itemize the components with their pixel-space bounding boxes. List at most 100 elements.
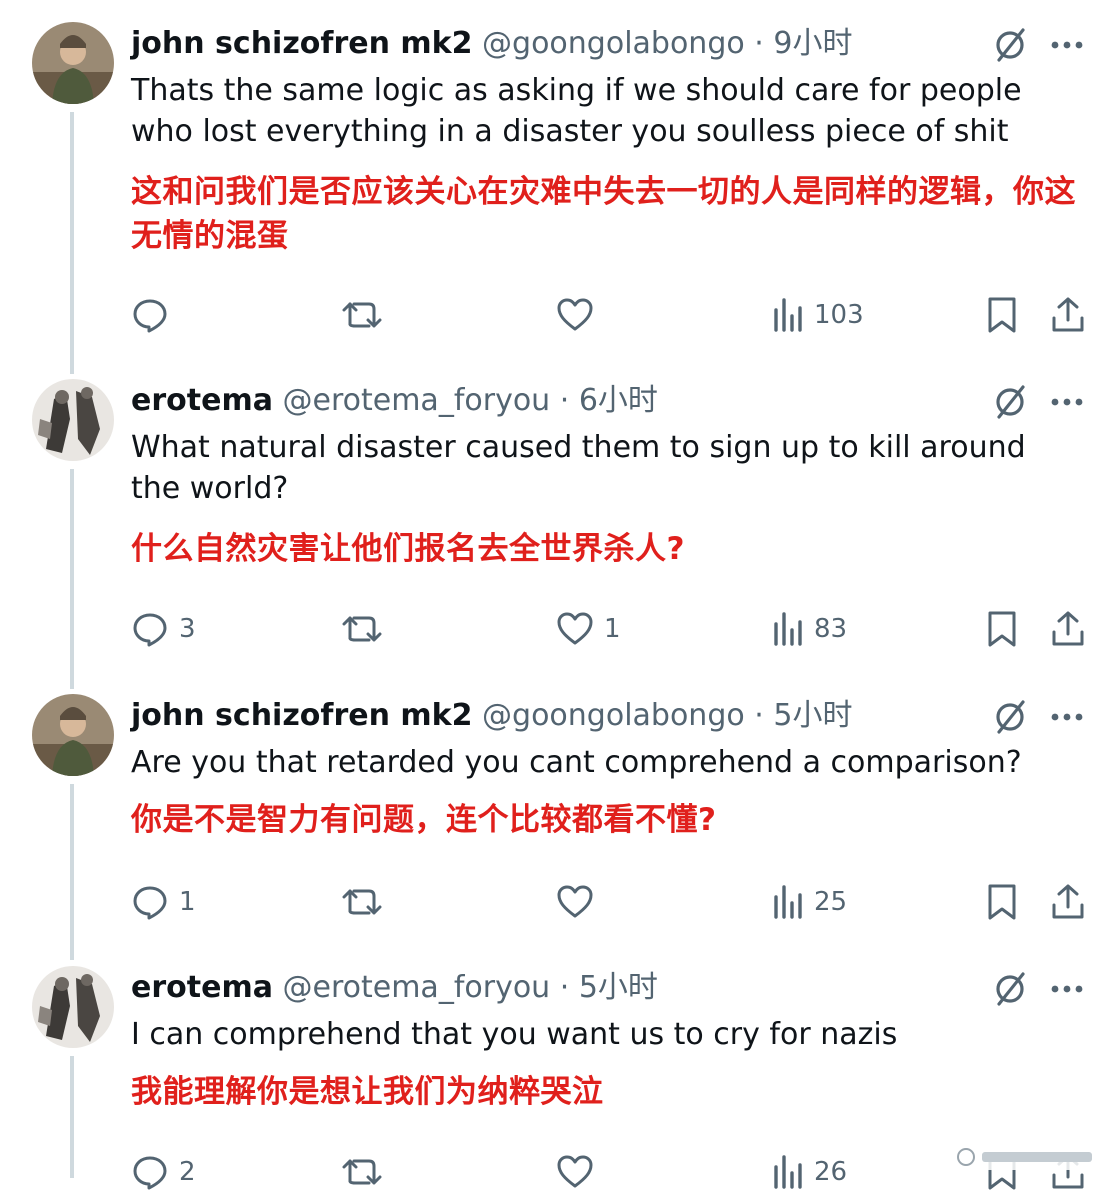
grok-slash-icon[interactable] xyxy=(990,696,1030,736)
display-name[interactable]: john schizofren mk2 xyxy=(131,698,472,733)
like-button[interactable] xyxy=(556,1152,604,1192)
tweet-4[interactable]: erotema @erotema_foryou · 5小时 I can comp… xyxy=(0,944,1108,1190)
views-count: 26 xyxy=(814,1157,848,1187)
tweet-header: john schizofren mk2 @goongolabongo · 5小时 xyxy=(131,698,852,734)
translation-text: 我能理解你是想让我们为纳粹哭泣 xyxy=(131,1074,604,1110)
action-bar: 1 25 xyxy=(0,882,1108,922)
like-icon xyxy=(557,1155,593,1188)
reply-icon xyxy=(133,299,167,333)
share-button[interactable] xyxy=(1050,295,1086,335)
bookmark-icon xyxy=(988,884,1016,920)
grok-slash-icon[interactable] xyxy=(990,24,1030,64)
like-count: 1 xyxy=(604,614,621,644)
separator: · xyxy=(559,970,570,1005)
views-button[interactable]: 83 xyxy=(772,609,847,649)
like-button[interactable] xyxy=(556,882,604,922)
repost-button[interactable] xyxy=(341,295,393,335)
views-button[interactable]: 26 xyxy=(772,1152,847,1192)
bookmark-button[interactable] xyxy=(985,295,1019,335)
reply-button[interactable]: 3 xyxy=(131,609,196,649)
share-icon xyxy=(1052,884,1084,919)
action-bar: 3 1 83 xyxy=(0,609,1108,649)
translation-text: 你是不是智力有问题，连个比较都看不懂? xyxy=(131,802,717,838)
more-icon[interactable] xyxy=(1050,397,1084,407)
tweet-header: john schizofren mk2 @goongolabongo · 9小时 xyxy=(131,26,852,62)
thread-line xyxy=(70,469,74,689)
reply-count: 2 xyxy=(179,1157,196,1187)
share-button[interactable] xyxy=(1050,609,1086,649)
like-icon xyxy=(557,298,593,331)
views-count: 25 xyxy=(814,887,848,917)
repost-icon xyxy=(342,889,382,915)
repost-button[interactable] xyxy=(341,882,393,922)
separator: · xyxy=(754,698,764,733)
share-icon xyxy=(1052,611,1084,646)
repost-icon xyxy=(342,1159,382,1185)
action-bar: 2 26 xyxy=(0,1152,1108,1192)
like-icon xyxy=(557,612,593,645)
user-handle[interactable]: @erotema_foryou xyxy=(283,383,551,418)
repost-button[interactable] xyxy=(341,609,393,649)
tweet-text: I can comprehend that you want us to cry… xyxy=(131,1017,898,1052)
avatar[interactable] xyxy=(32,22,114,104)
timestamp[interactable]: 6小时 xyxy=(579,383,658,418)
more-icon[interactable] xyxy=(1050,984,1084,994)
like-button[interactable]: 1 xyxy=(556,609,621,649)
repost-button[interactable] xyxy=(341,1152,393,1192)
views-icon xyxy=(774,612,802,646)
views-button[interactable]: 103 xyxy=(772,295,864,335)
more-icon[interactable] xyxy=(1050,40,1084,50)
more-icon[interactable] xyxy=(1050,712,1084,722)
repost-icon xyxy=(342,616,382,642)
reply-icon xyxy=(133,886,167,920)
views-count: 103 xyxy=(814,300,864,330)
tweet-text: What natural disaster caused them to sig… xyxy=(131,430,1026,506)
user-handle[interactable]: @goongolabongo xyxy=(482,698,745,733)
tweet-text: Thats the same logic as asking if we sho… xyxy=(131,73,1022,149)
reply-count: 1 xyxy=(179,887,196,917)
tweet-3[interactable]: john schizofren mk2 @goongolabongo · 5小时… xyxy=(0,672,1108,960)
bookmark-icon xyxy=(988,297,1016,333)
views-button[interactable]: 25 xyxy=(772,882,847,922)
timestamp[interactable]: 9小时 xyxy=(773,26,852,61)
reply-icon xyxy=(133,613,167,647)
share-button[interactable] xyxy=(1050,882,1086,922)
display-name[interactable]: john schizofren mk2 xyxy=(131,26,472,61)
user-handle[interactable]: @erotema_foryou xyxy=(283,970,551,1005)
tweet-1[interactable]: john schizofren mk2 @goongolabongo · 9小时… xyxy=(0,0,1108,374)
timestamp[interactable]: 5小时 xyxy=(579,970,658,1005)
user-handle[interactable]: @goongolabongo xyxy=(482,26,745,61)
tweet-text: Are you that retarded you cant comprehen… xyxy=(131,745,1022,780)
thread-line xyxy=(70,784,74,960)
reply-icon xyxy=(133,1156,167,1190)
repost-icon xyxy=(342,302,382,328)
tweet-2[interactable]: erotema @erotema_foryou · 6小时 What natur… xyxy=(0,357,1108,689)
share-icon xyxy=(1052,297,1084,332)
bookmark-icon xyxy=(988,611,1016,647)
timestamp[interactable]: 5小时 xyxy=(773,698,852,733)
avatar[interactable] xyxy=(32,694,114,776)
bookmark-button[interactable] xyxy=(985,609,1019,649)
avatar[interactable] xyxy=(32,379,114,461)
views-icon xyxy=(774,1155,802,1189)
views-icon xyxy=(774,298,802,332)
like-icon xyxy=(557,885,593,918)
reply-button[interactable]: 1 xyxy=(131,882,196,922)
translation-text: 什么自然灾害让他们报名去全世界杀人? xyxy=(131,531,685,567)
grok-slash-icon[interactable] xyxy=(990,381,1030,421)
tweet-header: erotema @erotema_foryou · 5小时 xyxy=(131,970,658,1006)
views-count: 83 xyxy=(814,614,848,644)
reply-button[interactable] xyxy=(131,295,179,335)
reply-button[interactable]: 2 xyxy=(131,1152,196,1192)
action-bar: 103 xyxy=(0,295,1108,335)
bookmark-button[interactable] xyxy=(985,882,1019,922)
separator: · xyxy=(559,383,570,418)
grok-slash-icon[interactable] xyxy=(990,968,1030,1008)
display-name[interactable]: erotema xyxy=(131,383,273,418)
views-icon xyxy=(774,885,802,919)
like-button[interactable] xyxy=(556,295,604,335)
avatar[interactable] xyxy=(32,966,114,1048)
display-name[interactable]: erotema xyxy=(131,970,273,1005)
watermark-icon xyxy=(952,1144,1102,1170)
translation-text: 这和问我们是否应该关心在灾难中失去一切的人是同样的逻辑，你这无情的混蛋 xyxy=(131,174,1076,254)
